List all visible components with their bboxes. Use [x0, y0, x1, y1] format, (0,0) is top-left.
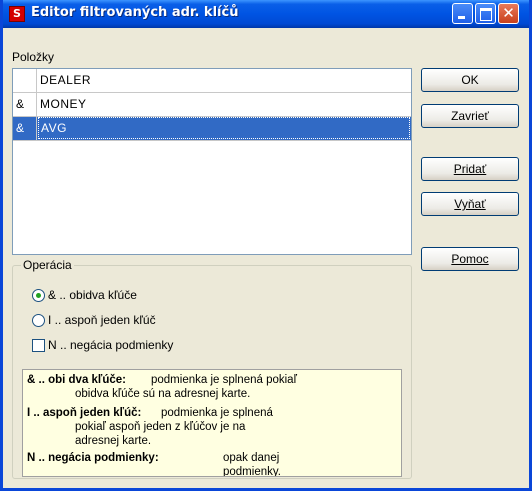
help-not-text2: podmienky.	[223, 466, 281, 477]
keys-list[interactable]: DEALER & MONEY & AVG	[12, 68, 412, 255]
minimize-icon	[453, 4, 472, 23]
help-button[interactable]: Pomoc	[421, 247, 519, 271]
negation-checkbox-label[interactable]: N .. negácia podmienky	[48, 338, 173, 352]
negation-checkbox[interactable]	[32, 339, 45, 352]
add-button[interactable]: Pridať	[421, 157, 519, 181]
help-and-text1: podmienka je splnená pokiaľ	[151, 374, 297, 386]
list-item-op: &	[13, 93, 37, 116]
window-title: Editor filtrovaných adr. klíčů	[31, 5, 239, 20]
title-bar[interactable]: S Editor filtrovaných adr. klíčů ✕	[3, 0, 529, 28]
close-dialog-button[interactable]: Zavrieť	[421, 104, 519, 128]
operation-group-title: Operácia	[21, 258, 74, 272]
and-radio-label[interactable]: & .. obidva kľúče	[48, 288, 137, 302]
list-item-op	[13, 69, 37, 92]
ok-button[interactable]: OK	[421, 68, 519, 92]
close-icon: ✕	[502, 4, 515, 22]
list-item-op: &	[13, 117, 37, 140]
minimize-button[interactable]	[452, 3, 473, 24]
list-item-key: AVG	[38, 117, 410, 139]
or-radio[interactable]	[32, 314, 45, 327]
help-not-title: N .. negácia podmienky:	[27, 452, 159, 464]
list-item-key: MONEY	[40, 97, 87, 111]
list-item-selected[interactable]: & AVG	[13, 117, 411, 141]
and-radio[interactable]	[32, 289, 45, 302]
maximize-button[interactable]	[475, 3, 496, 24]
help-and-text2: obidva kľúče sú na adresnej karte.	[75, 388, 251, 400]
help-or-text1: podmienka je splnená	[161, 407, 273, 419]
or-radio-label[interactable]: I .. aspoň jeden kľúč	[48, 313, 156, 327]
maximize-icon	[476, 4, 495, 23]
app-icon: S	[9, 6, 25, 22]
list-item[interactable]: DEALER	[13, 69, 411, 93]
dialog-window: S Editor filtrovaných adr. klíčů ✕ Polož…	[0, 0, 532, 491]
help-panel: & .. obi dva kľúče: podmienka je splnená…	[22, 369, 402, 477]
list-item[interactable]: & MONEY	[13, 93, 411, 117]
help-or-text2: pokiaľ aspoň jeden z kľúčov je na	[75, 421, 246, 433]
help-and-title: & .. obi dva kľúče:	[27, 374, 127, 386]
remove-button[interactable]: Vyňať	[421, 192, 519, 216]
help-not-text1: opak danej	[223, 452, 280, 464]
help-or-title: I .. aspoň jeden kľúč:	[27, 407, 142, 419]
list-label: Položky	[12, 50, 55, 64]
close-button[interactable]: ✕	[498, 3, 519, 24]
help-or-text3: adresnej karte.	[75, 435, 152, 447]
list-item-key: DEALER	[40, 73, 92, 87]
